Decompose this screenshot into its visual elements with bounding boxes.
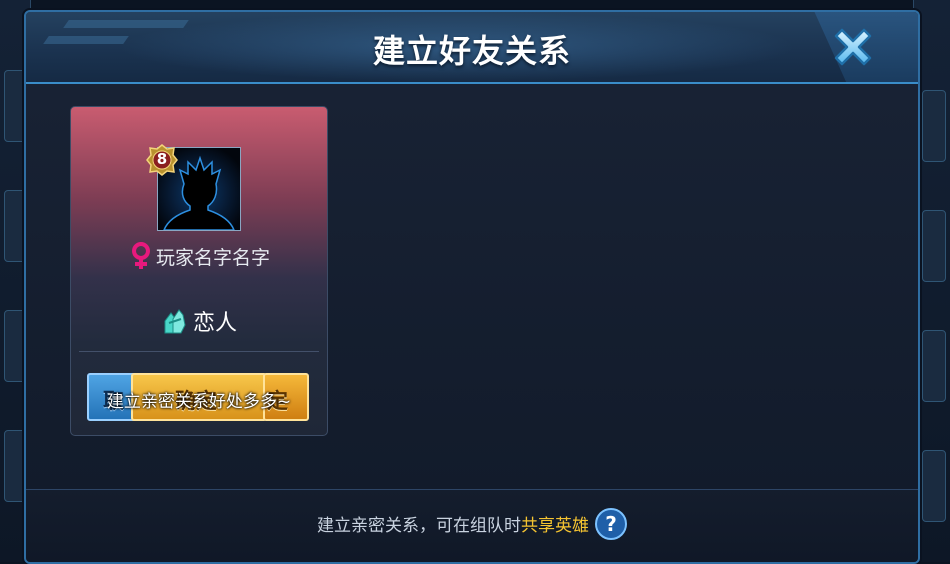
footer-highlight: 共享英雄 xyxy=(521,516,589,536)
relation-row: 恋人 xyxy=(71,305,327,337)
relation-benefit-hint: 建立亲密关系好处多多~ xyxy=(106,392,292,412)
background-slot xyxy=(922,210,946,282)
close-icon xyxy=(834,28,872,66)
footer-text: 建立亲密关系，可在组队时 xyxy=(317,516,521,536)
relation-label: 恋人 xyxy=(192,311,237,336)
card-divider xyxy=(79,351,319,352)
svg-text:?: ? xyxy=(605,512,617,536)
player-name: 玩家名字名字 xyxy=(155,246,270,269)
player-card[interactable]: 8 玩家名字名字 恋人 取 确定 定 建立亲密关系好处多多~ xyxy=(70,106,328,436)
level-badge: 8 xyxy=(145,143,179,177)
dialog-title: 建立好友关系 xyxy=(372,32,571,70)
close-button[interactable] xyxy=(828,22,878,72)
dialog-header: 建立好友关系 xyxy=(26,12,918,84)
help-icon: ? xyxy=(595,508,627,540)
background-slot xyxy=(922,450,946,522)
dialog-footer: 建立亲密关系，可在组队时共享英雄 ? xyxy=(26,489,918,562)
level-value: 8 xyxy=(156,150,168,168)
background-slot xyxy=(922,330,946,402)
female-icon xyxy=(128,241,154,271)
background-slot xyxy=(922,90,946,162)
couple-icon xyxy=(161,307,187,335)
share-hero-tip: 建立亲密关系，可在组队时共享英雄 ? xyxy=(26,508,918,542)
card-button-row: 取 确定 定 建立亲密关系好处多多~ xyxy=(87,373,309,421)
help-button[interactable]: ? xyxy=(595,508,627,540)
player-name-row: 玩家名字名字 xyxy=(71,241,327,271)
